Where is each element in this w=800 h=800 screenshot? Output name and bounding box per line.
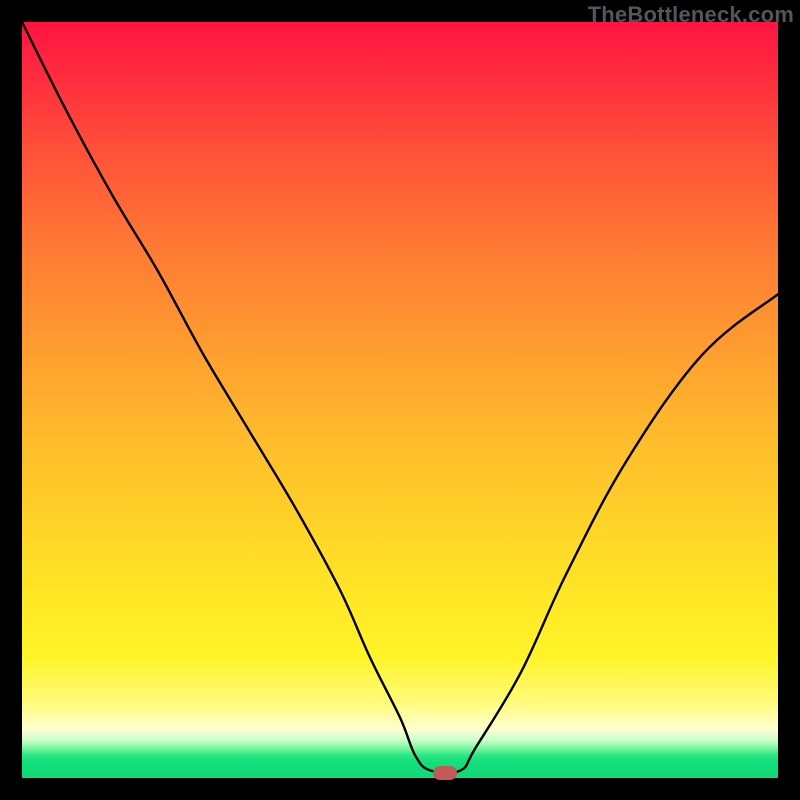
optimal-point-marker <box>433 766 457 780</box>
chart-frame: TheBottleneck.com <box>0 0 800 800</box>
watermark-text: TheBottleneck.com <box>588 2 794 28</box>
bottleneck-curve <box>22 22 778 778</box>
curve-path <box>22 22 778 773</box>
plot-area <box>22 22 778 778</box>
